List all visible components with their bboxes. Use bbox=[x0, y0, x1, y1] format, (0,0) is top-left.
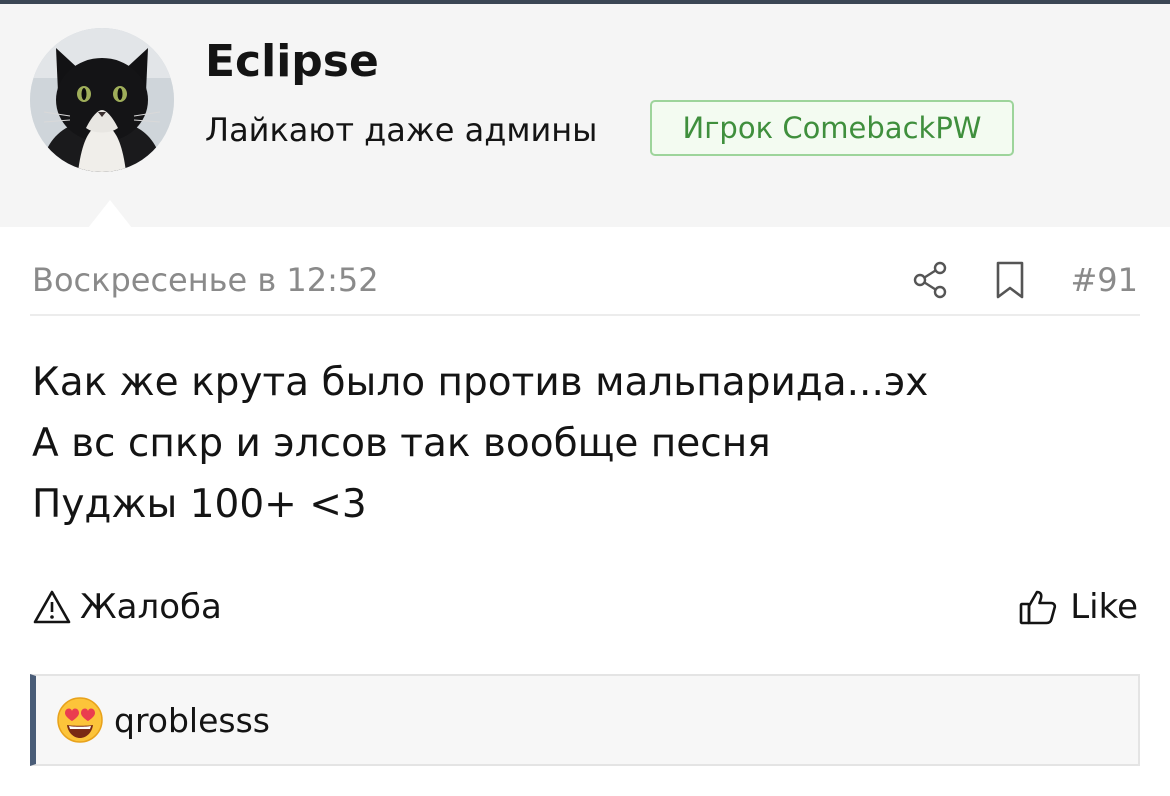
bookmark-icon[interactable] bbox=[993, 260, 1027, 300]
post-number[interactable]: #91 bbox=[1070, 257, 1138, 303]
share-icon[interactable] bbox=[910, 260, 950, 300]
avatar[interactable] bbox=[30, 28, 174, 172]
likers-list[interactable]: qroblesss bbox=[114, 701, 270, 740]
thumbs-up-icon bbox=[1019, 590, 1057, 625]
post-date[interactable]: Воскресенье в 12:52 bbox=[32, 257, 379, 303]
like-label: Like bbox=[1070, 587, 1138, 627]
like-button[interactable]: Like bbox=[1018, 582, 1138, 632]
user-header: Eclipse Лайкают даже админы Игрок Comeba… bbox=[0, 4, 1170, 227]
post-divider bbox=[30, 314, 1140, 316]
header-pointer bbox=[88, 200, 132, 228]
likes-bar: qroblesss bbox=[30, 674, 1140, 766]
user-title: Лайкают даже админы bbox=[205, 111, 598, 149]
report-label: Жалоба bbox=[80, 587, 222, 627]
post-line: Пуджы 100+ <3 bbox=[32, 482, 367, 527]
user-banner: Игрок ComebackPW bbox=[650, 100, 1014, 156]
post-body: Как же крута было против мальпарида...эх… bbox=[32, 352, 1132, 535]
post-line: Как же крута было против мальпарида...эх bbox=[32, 360, 929, 405]
username[interactable]: Eclipse bbox=[205, 34, 379, 90]
warning-icon bbox=[33, 590, 71, 624]
post-line: А вс спкр и элсов так вообще песня bbox=[32, 421, 771, 466]
heart-eyes-emoji-icon bbox=[57, 697, 103, 743]
report-button[interactable]: Жалоба bbox=[32, 582, 222, 632]
cat-avatar-icon bbox=[30, 28, 174, 172]
